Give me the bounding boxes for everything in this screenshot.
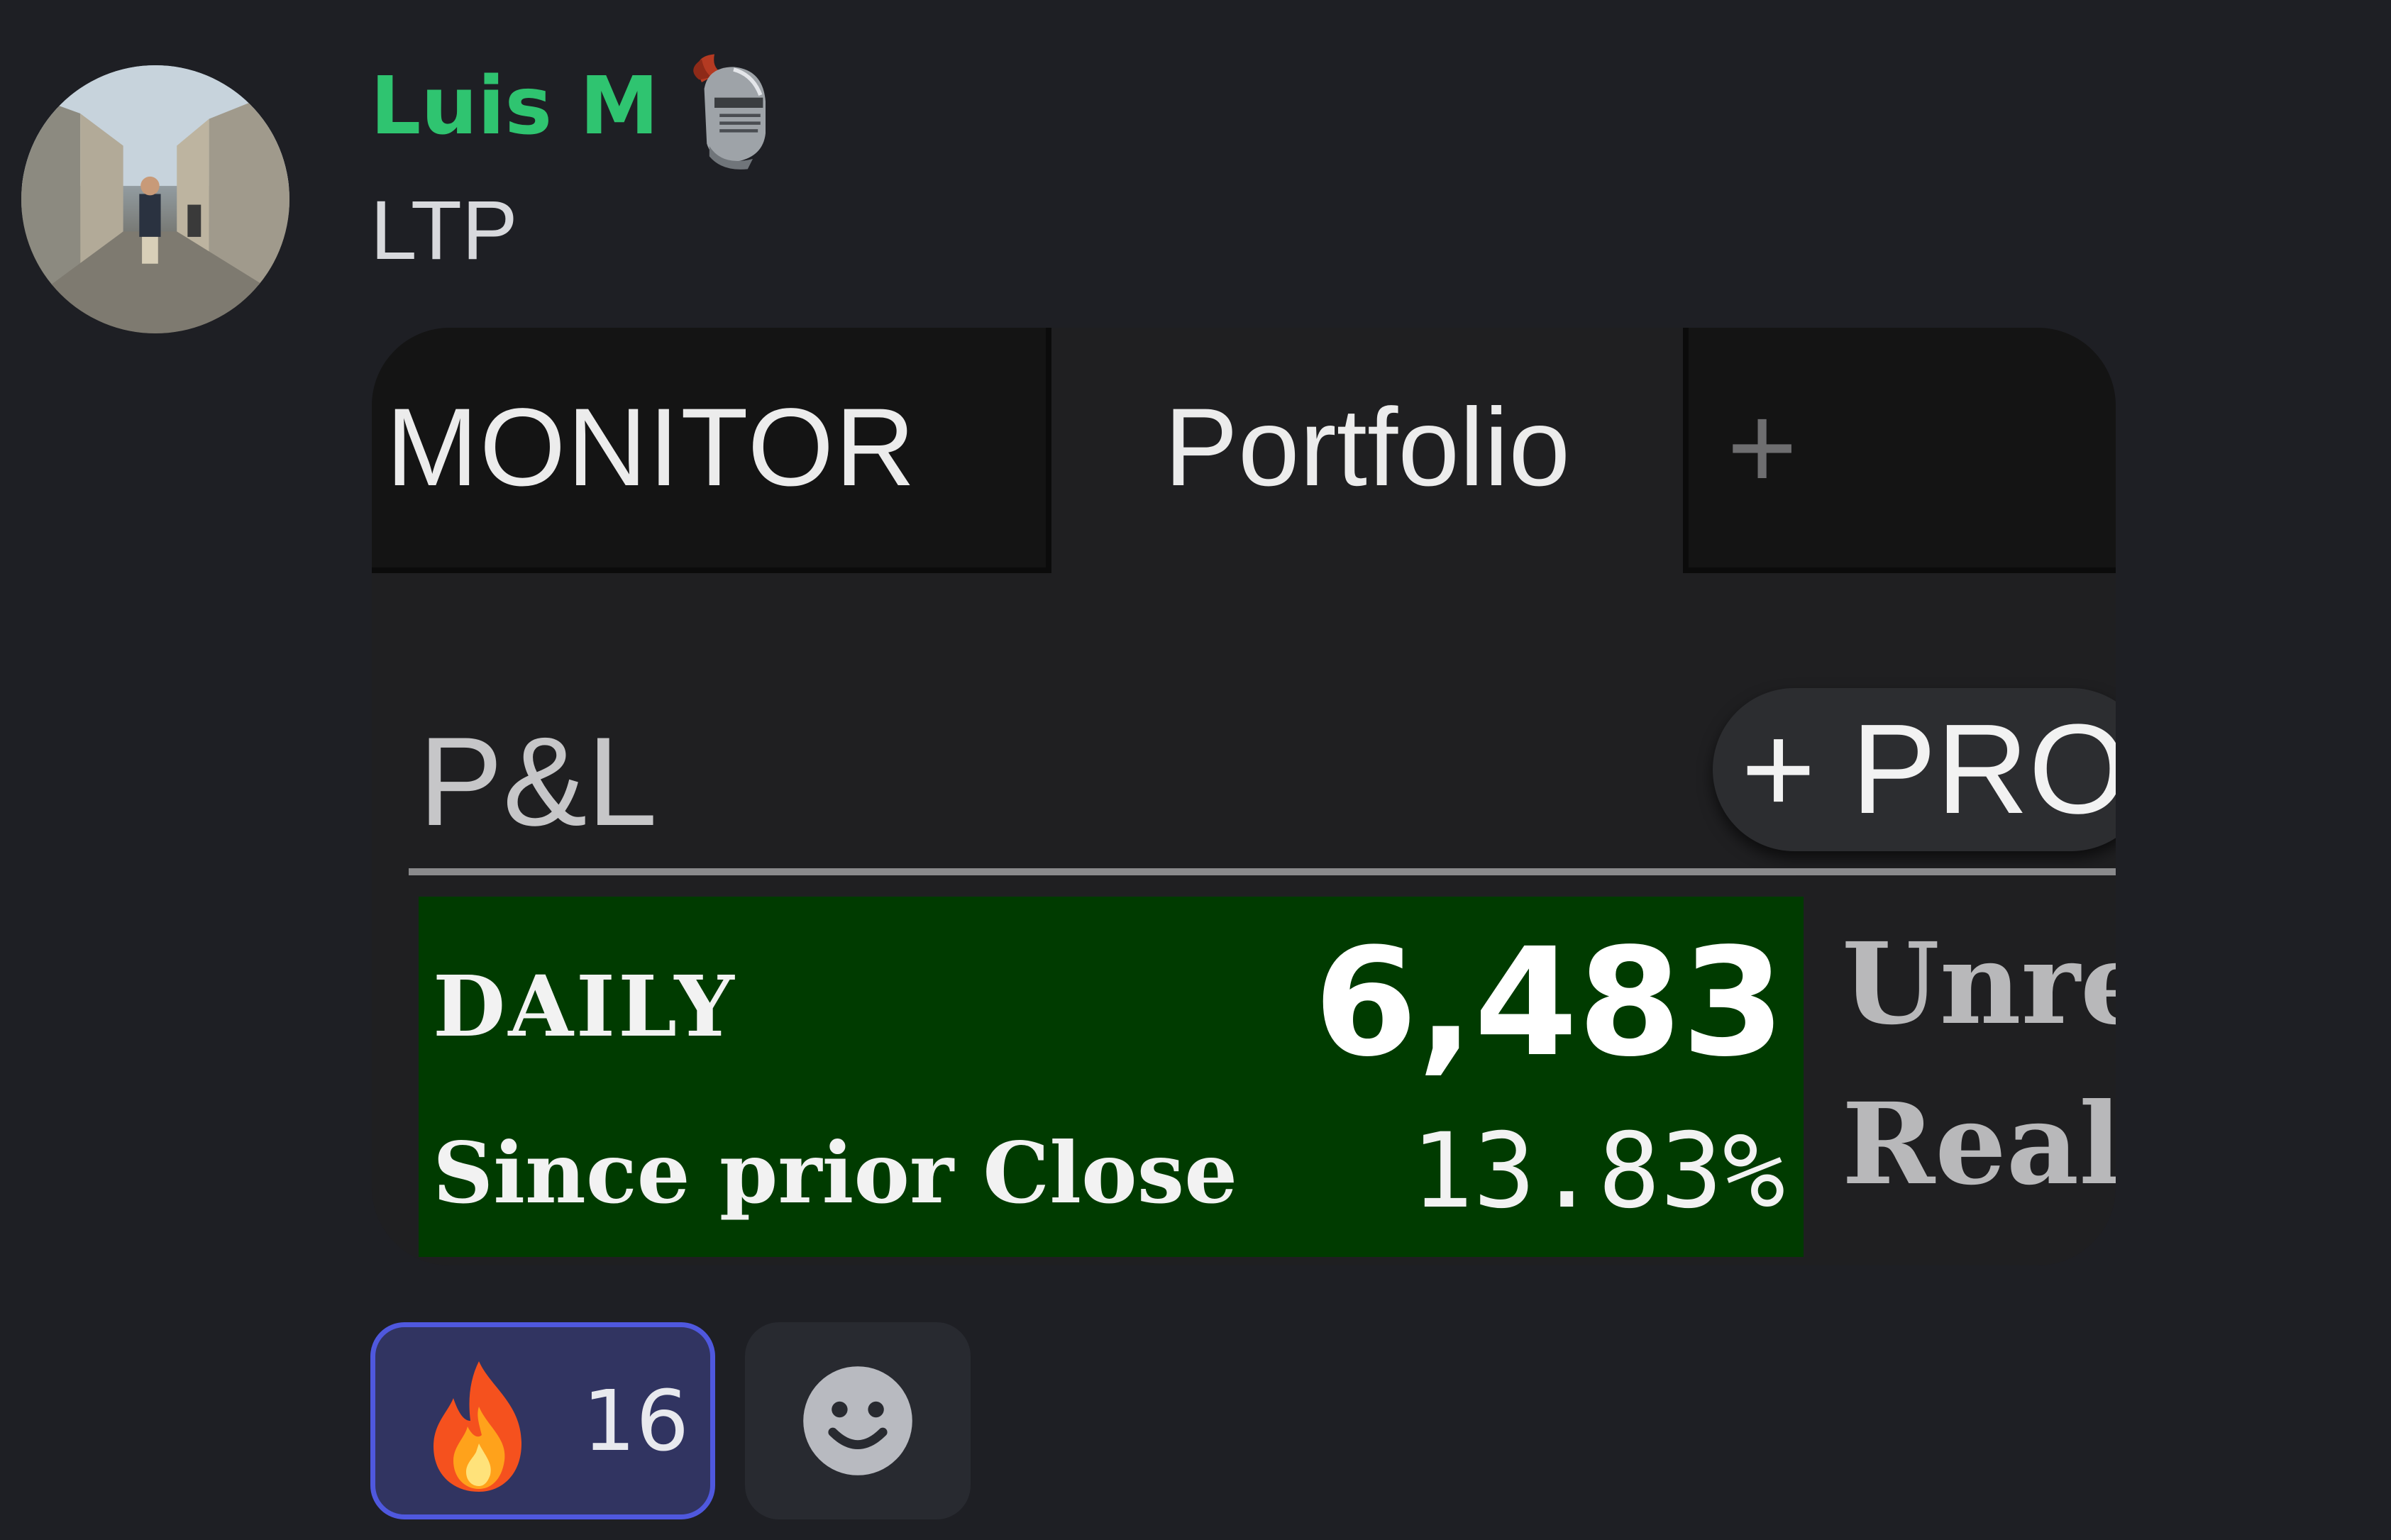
avatar[interactable]	[21, 65, 289, 333]
realized-label: Real	[1842, 1079, 2116, 1210]
pnl-title: P&L	[419, 711, 658, 852]
reaction-fire[interactable]: 16	[370, 1322, 715, 1519]
message-text: LTP	[370, 184, 518, 277]
fire-icon	[422, 1356, 536, 1497]
add-reaction-button[interactable]	[745, 1322, 971, 1519]
knight-helmet-icon	[663, 44, 791, 172]
daily-value: 6,483	[1313, 916, 1785, 1090]
unrealized-label: Unre	[1842, 919, 2116, 1050]
reaction-count: 16	[582, 1372, 690, 1470]
tab-portfolio: Portfolio	[1046, 328, 1689, 573]
add-tab-icon: +	[1727, 380, 1798, 515]
embedded-screenshot[interactable]: MONITOR Portfolio + P&L + PRO DAILY 6,48…	[372, 328, 2116, 1265]
daily-label: DAILY	[433, 957, 737, 1056]
pro-button: + PRO	[1713, 688, 2116, 851]
daily-pnl-panel: DAILY 6,483 Since prior Close 13.83%	[419, 897, 1804, 1257]
avatar-photo	[21, 65, 289, 333]
username[interactable]: Luis M	[370, 50, 659, 163]
smile-icon	[801, 1364, 915, 1478]
since-prior-close-label: Since prior Close	[433, 1124, 1238, 1222]
divider	[409, 868, 2116, 875]
since-prior-close-value: 13.83%	[1410, 1111, 1785, 1231]
tab-monitor: MONITOR	[386, 386, 917, 509]
tab-bar: MONITOR Portfolio +	[372, 328, 2116, 573]
